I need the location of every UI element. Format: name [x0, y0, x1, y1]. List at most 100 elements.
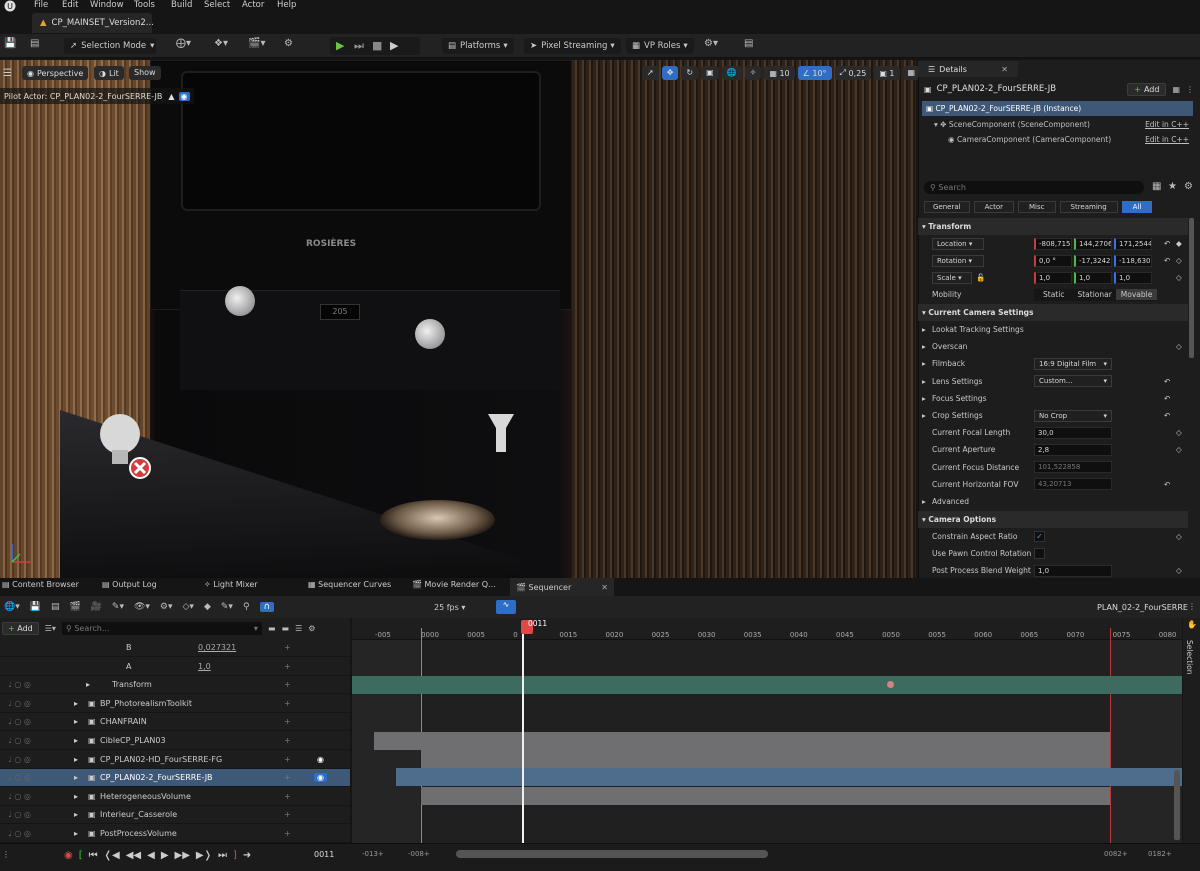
- edit-icon[interactable]: ✎▾: [221, 602, 233, 612]
- menu-edit[interactable]: Edit: [62, 0, 78, 10]
- menu-build[interactable]: Build: [171, 0, 192, 10]
- add-key-icon[interactable]: +: [284, 773, 291, 782]
- keyframe-icon[interactable]: ◇: [1176, 273, 1182, 282]
- tab-movie-render-queue[interactable]: 🎬 Movie Render Q...: [412, 580, 496, 589]
- modes-icon[interactable]: ⚙: [284, 38, 293, 49]
- blueprint-add-icon[interactable]: ▦: [1172, 85, 1180, 94]
- blueprint-icon[interactable]: ❖▾: [214, 38, 228, 49]
- track-state-icons[interactable]: ♩ ○ ◎: [0, 755, 70, 764]
- world-icon[interactable]: 🌐▾: [4, 602, 20, 612]
- tab-sequencer[interactable]: 🎬 Sequencer ✕: [510, 578, 614, 596]
- select-tool-icon[interactable]: ➚: [642, 66, 659, 80]
- component-instance-row[interactable]: ▣ CP_PLAN02-2_FourSERRE-JB (Instance): [922, 101, 1193, 116]
- tab-content-browser[interactable]: ▤ Content Browser: [2, 580, 79, 589]
- track-row[interactable]: ♩ ○ ◎ ▸ ▣ HeterogeneousVolume +: [0, 788, 350, 806]
- add-actor-icon[interactable]: ⨁▾: [176, 38, 191, 49]
- fps-dropdown[interactable]: 25 fps ▾: [434, 600, 465, 614]
- record-icon[interactable]: ◉: [64, 850, 73, 861]
- keyframe-icon[interactable]: ◇: [1176, 532, 1182, 541]
- key-options-icon[interactable]: ◇▾: [183, 602, 194, 612]
- view-range-end[interactable]: 0182+: [1148, 850, 1172, 858]
- add-key-icon[interactable]: +: [284, 829, 291, 838]
- chevron-right-icon[interactable]: ▸: [922, 342, 932, 351]
- close-icon[interactable]: ✕: [601, 583, 608, 592]
- track-row[interactable]: ♩ ○ ◎ ▸ ▣ CibleCP_PLAN03 +: [0, 732, 350, 750]
- blend-weight-field[interactable]: 1,0: [1034, 564, 1112, 577]
- expand-icon[interactable]: ▬: [282, 624, 290, 633]
- constrain-aspect-checkbox[interactable]: ✓: [1034, 531, 1045, 542]
- reset-icon[interactable]: ↶: [1164, 239, 1170, 248]
- camera-setting-field[interactable]: 43,20713: [1034, 478, 1112, 491]
- keyframe-icon[interactable]: ◆: [1176, 239, 1182, 248]
- chevron-right-icon[interactable]: ▸: [74, 755, 88, 764]
- selection-mode-dropdown[interactable]: ➚ Selection Mode ▾: [64, 38, 156, 54]
- track-state-icons[interactable]: ♩ ○ ◎: [0, 810, 70, 819]
- show-button[interactable]: Show: [129, 66, 161, 80]
- track-state-icons[interactable]: ♩ ○ ◎: [0, 829, 70, 838]
- film-icon[interactable]: 🎬: [69, 602, 80, 612]
- playback-range-start[interactable]: -008+: [408, 850, 430, 858]
- track-row[interactable]: A 1,0 +: [0, 658, 350, 676]
- camera-cut-icon[interactable]: ◉: [314, 773, 327, 783]
- timeline-scrollbar[interactable]: [1174, 770, 1180, 840]
- chevron-right-icon[interactable]: ▸: [74, 699, 88, 708]
- chevron-right-icon[interactable]: ▸: [86, 680, 100, 689]
- transform-section[interactable]: ▾ Transform: [918, 218, 1188, 235]
- keyframe-marker[interactable]: [887, 681, 894, 688]
- pin-icon[interactable]: ✋: [1187, 620, 1197, 629]
- reset-icon[interactable]: ↶: [1164, 377, 1170, 386]
- perspective-button[interactable]: ◉ Perspective: [22, 66, 89, 80]
- location-y-field[interactable]: 144,2706: [1074, 237, 1112, 250]
- grid-snap-button[interactable]: ▦ 10: [764, 66, 795, 80]
- content-icon[interactable]: ▤: [30, 38, 39, 49]
- track-row[interactable]: ♩ ○ ◎ ▸ ▣ CHANFRAIN +: [0, 713, 350, 732]
- menu-actor[interactable]: Actor: [242, 0, 264, 10]
- view-options-icon[interactable]: 👁▾: [134, 602, 150, 612]
- track-row[interactable]: B 0,027321 +: [0, 639, 350, 657]
- track-state-icons[interactable]: ♩ ○ ◎: [0, 736, 70, 745]
- pixel-streaming-dropdown[interactable]: ➤ Pixel Streaming ▾: [524, 38, 621, 54]
- location-dropdown[interactable]: Location ▾: [932, 237, 984, 250]
- track-search-input[interactable]: ⚲ Search... ▾: [61, 621, 262, 635]
- location-z-field[interactable]: 171,2544¹: [1114, 237, 1152, 250]
- chevron-right-icon[interactable]: ▸: [922, 411, 932, 420]
- keyframe-icon[interactable]: ◇: [1176, 342, 1182, 351]
- camera-setting-dropdown[interactable]: No Crop ▾: [1034, 409, 1112, 422]
- track-row[interactable]: ♩ ○ ◎ ▸ ▣ CP_PLAN02-2_FourSERRE-JB + ◉: [0, 769, 350, 788]
- scale-z-field[interactable]: 1,0: [1114, 271, 1152, 284]
- rotation-dropdown[interactable]: Rotation ▾: [932, 254, 984, 267]
- mobility-static[interactable]: Static: [1034, 289, 1073, 300]
- camera-speed-button[interactable]: ▣ 1: [874, 66, 900, 80]
- filter-general[interactable]: General: [924, 200, 970, 213]
- cible-track-bar[interactable]: [374, 732, 1110, 750]
- loop-icon[interactable]: ➜: [243, 850, 251, 861]
- keyframe-icon[interactable]: ◇: [1176, 566, 1182, 575]
- rotation-y-field[interactable]: -17,3242°: [1074, 254, 1112, 267]
- chevron-right-icon[interactable]: ▸: [922, 325, 932, 334]
- scale-dropdown[interactable]: Scale ▾: [932, 271, 972, 284]
- tab-light-mixer[interactable]: ✧ Light Mixer: [204, 580, 258, 589]
- rotation-z-field[interactable]: -118,630°: [1114, 254, 1152, 267]
- edit-cpp-link[interactable]: Edit in C++: [1145, 120, 1189, 129]
- options-icon[interactable]: ⋮: [2, 850, 10, 859]
- plan02-hd-track-bar[interactable]: [421, 750, 1110, 768]
- end-marker[interactable]: [1110, 628, 1111, 843]
- chevron-right-icon[interactable]: ▸: [74, 810, 88, 819]
- level-tab[interactable]: ▲ CP_MAINSET_Version2...: [32, 13, 154, 33]
- add-key-icon[interactable]: +: [284, 755, 291, 764]
- add-track-button[interactable]: + Add: [2, 621, 39, 635]
- step-back-icon[interactable]: ◀◀: [126, 850, 141, 861]
- details-tab[interactable]: ☰ Details ✕: [918, 61, 1018, 77]
- property-matrix-icon[interactable]: ▦: [1152, 181, 1161, 192]
- camera-setting-dropdown[interactable]: 16:9 Digital Film ▾: [1034, 357, 1112, 370]
- options-icon[interactable]: ⋮: [1186, 85, 1194, 94]
- playhead-line[interactable]: [522, 634, 524, 843]
- plan02-2-track-bar[interactable]: [396, 768, 1182, 786]
- filter-all[interactable]: All: [1121, 200, 1153, 213]
- chevron-right-icon[interactable]: ▸: [74, 773, 88, 782]
- add-key-icon[interactable]: +: [284, 717, 291, 726]
- play-reverse-icon[interactable]: ◀: [147, 850, 155, 861]
- eject-icon[interactable]: ▶: [390, 39, 398, 52]
- render-icon[interactable]: 🎥: [91, 602, 102, 612]
- chevron-right-icon[interactable]: ▸: [922, 497, 932, 506]
